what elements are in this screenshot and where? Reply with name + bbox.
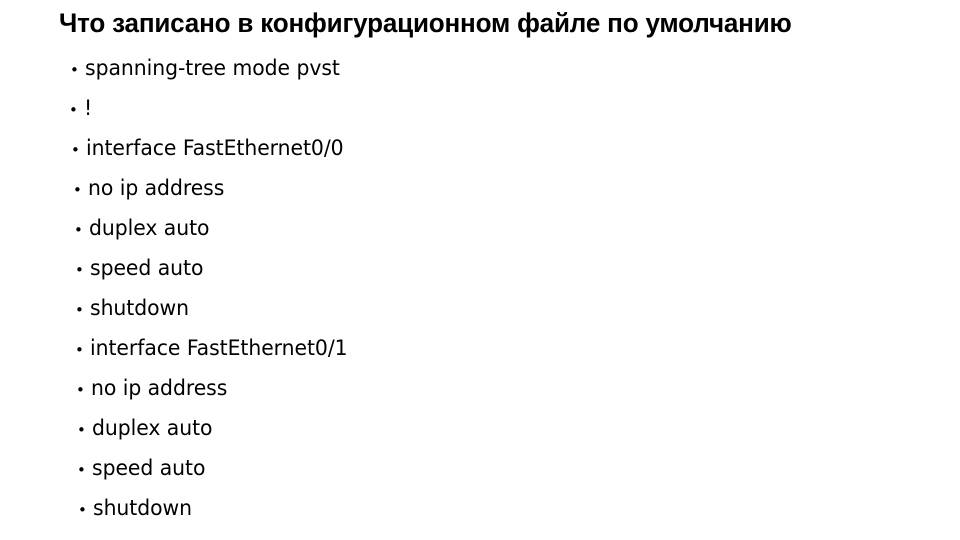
list-item: • interface FastEthernet0/1 [0,328,960,368]
config-bullet-list: • spanning-tree mode pvst •! • interface F… [0,48,960,528]
bullet-point-icon: • [71,141,80,159]
list-item-label: ! [84,96,93,120]
bullet-point-icon: • [77,421,86,439]
bullet-point-icon: • [77,461,86,479]
list-item-label: interface FastEthernet0/0 [86,136,344,160]
bullet-point-icon: • [74,221,83,239]
page-title: Что записано в конфигурационном файле по… [59,8,792,38]
bullet-point-icon: • [75,341,84,359]
list-item-label: duplex auto [92,416,213,440]
list-item-label: shutdown [90,296,190,320]
list-item: • no ip address [0,368,960,408]
list-item: • interface FastEthernet0/0 [0,128,960,168]
list-item: • speed auto [0,248,960,288]
list-item-label: no ip address [88,176,225,200]
bullet-point-icon: • [78,501,87,519]
list-item: • no ip address [0,168,960,208]
list-item: • spanning-tree mode pvst [0,48,960,88]
bullet-point-icon: • [69,101,78,119]
list-item-label: shutdown [93,496,193,520]
list-item: • shutdown [0,488,960,528]
list-item: • shutdown [0,288,960,328]
slide-canvas: Что записано в конфигурационном файле по… [0,0,960,540]
list-item-label: duplex auto [89,216,210,240]
bullet-point-icon: • [70,61,79,79]
list-item: • duplex auto [0,408,960,448]
list-item-label: spanning-tree mode pvst [85,56,340,80]
bullet-point-icon: • [73,181,82,199]
bullet-point-icon: • [75,261,84,279]
list-item: •! [0,88,960,128]
list-item: • speed auto [0,448,960,488]
list-item: • duplex auto [0,208,960,248]
list-item-label: speed auto [90,256,204,280]
bullet-point-icon: • [75,301,84,319]
list-item-label: speed auto [92,456,206,480]
bullet-point-icon: • [76,381,85,399]
list-item-label: interface FastEthernet0/1 [90,336,348,360]
list-item-label: no ip address [91,376,228,400]
